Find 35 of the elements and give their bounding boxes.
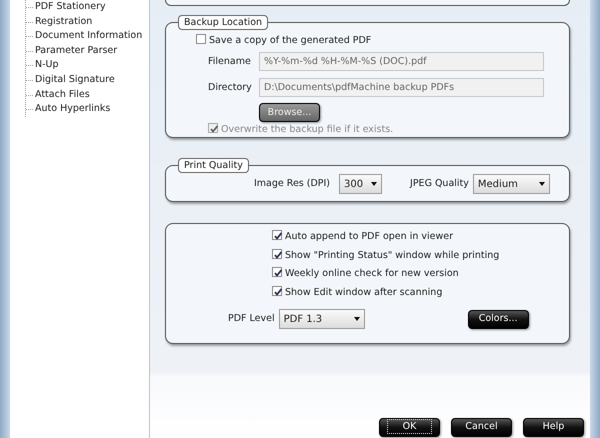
dialog-button[interactable]: OK: [379, 418, 440, 437]
field-label: Filename: [208, 54, 252, 69]
tree-item[interactable]: N-Up: [26, 58, 149, 73]
checked-checkbox[interactable]: [272, 267, 282, 277]
dialog-button[interactable]: Cancel: [451, 418, 512, 437]
tree-item[interactable]: Attach Files: [26, 88, 149, 102]
checked-checkbox[interactable]: [272, 286, 282, 296]
dropdown[interactable]: 300: [339, 174, 382, 194]
tree-item[interactable]: Registration: [26, 14, 149, 30]
tree-item[interactable]: Document Information: [26, 29, 149, 44]
field-label: PDF Level: [228, 312, 275, 326]
colors-button[interactable]: Colors...: [468, 310, 529, 328]
checkbox-label[interactable]: Weekly online check for new version: [285, 268, 459, 279]
tree-item[interactable]: Parameter Parser: [26, 44, 149, 58]
field-label: JPEG Quality: [410, 176, 469, 191]
dropdown[interactable]: Medium: [472, 174, 550, 194]
checkbox-label[interactable]: Auto append to PDF open in viewer: [285, 231, 453, 242]
tree-item[interactable]: PDF Stationery: [26, 0, 149, 15]
field-label: Image Res (DPI): [254, 176, 330, 191]
checkbox-label[interactable]: Show Edit window after scanning: [285, 286, 442, 298]
tree-item[interactable]: Digital Signature: [26, 72, 149, 88]
field-label: Directory: [208, 80, 253, 95]
dropdown[interactable]: PDF 1.3: [278, 309, 365, 329]
dropdown-arrow-icon: [371, 182, 378, 186]
tree-item[interactable]: Auto Hyperlinks: [26, 102, 149, 117]
group-title: Print Quality: [178, 158, 249, 173]
checkbox-label[interactable]: Show "Printing Status" window while printing: [285, 250, 500, 260]
checkbox[interactable]: [196, 34, 206, 44]
checked-checkbox[interactable]: [272, 248, 282, 258]
checkbox-label[interactable]: Save a copy of the generated PDF: [209, 35, 372, 46]
dropdown-arrow-icon: [538, 182, 545, 186]
checked-checkbox[interactable]: [272, 230, 282, 240]
group-title: Backup Location: [178, 15, 268, 30]
dialog-button[interactable]: Help: [523, 418, 584, 437]
dropdown-arrow-icon: [354, 317, 360, 321]
